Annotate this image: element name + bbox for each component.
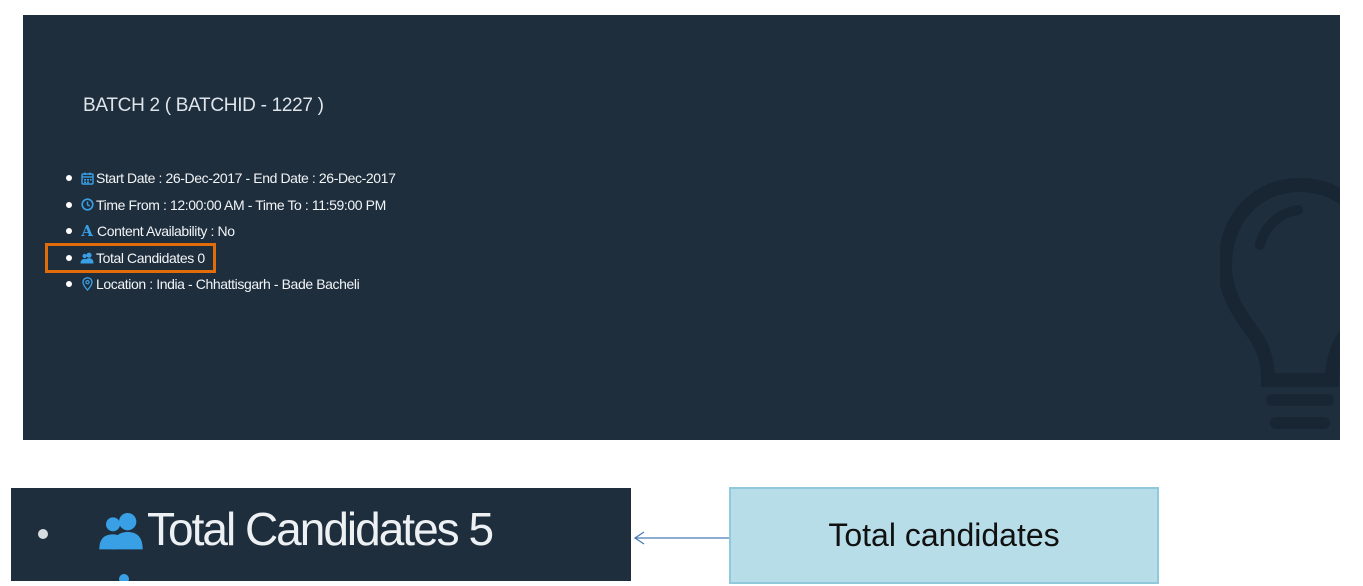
bullet (38, 529, 48, 539)
lightbulb-icon (1220, 177, 1340, 429)
list-item-dates: Start Date : 26-Dec-2017 - End Date : 26… (66, 165, 396, 192)
highlight-box (45, 243, 216, 273)
zoomed-total-candidates: Total Candidates 5 (11, 488, 631, 581)
bullet (66, 175, 72, 182)
arrow-left-icon (633, 531, 729, 545)
bullet (66, 281, 72, 288)
next-item-icon (119, 574, 129, 581)
batch-details-list: Start Date : 26-Dec-2017 - End Date : 26… (66, 165, 396, 298)
bullet (66, 201, 72, 208)
location-pin-icon (80, 277, 94, 292)
content-availability-text: Content Availability : No (97, 223, 235, 240)
dates-text: Start Date : 26-Dec-2017 - End Date : 26… (96, 170, 396, 187)
clock-icon (80, 198, 94, 212)
calendar-icon (80, 171, 94, 185)
users-icon (99, 513, 143, 550)
list-item-content-availability: A Content Availability : No (66, 218, 395, 245)
zoomed-total-candidates-text: Total Candidates 5 (147, 503, 494, 555)
callout-label: Total candidates (828, 517, 1060, 553)
batch-panel: BATCH 2 ( BATCHID - 1227 ) Start Date : … (23, 15, 1340, 440)
time-text: Time From : 12:00:00 AM - Time To : 11:5… (96, 196, 386, 213)
list-item-location: Location : India - Chhattisgarh - Bade B… (66, 271, 395, 298)
batch-title: BATCH 2 ( BATCHID - 1227 ) (83, 95, 324, 116)
list-item-time: Time From : 12:00:00 AM - Time To : 11:5… (66, 192, 395, 219)
location-text: Location : India - Chhattisgarh - Bade B… (96, 276, 360, 293)
callout-box: Total candidates (729, 487, 1159, 584)
bullet (66, 228, 72, 235)
letter-a-icon: A (81, 222, 93, 241)
